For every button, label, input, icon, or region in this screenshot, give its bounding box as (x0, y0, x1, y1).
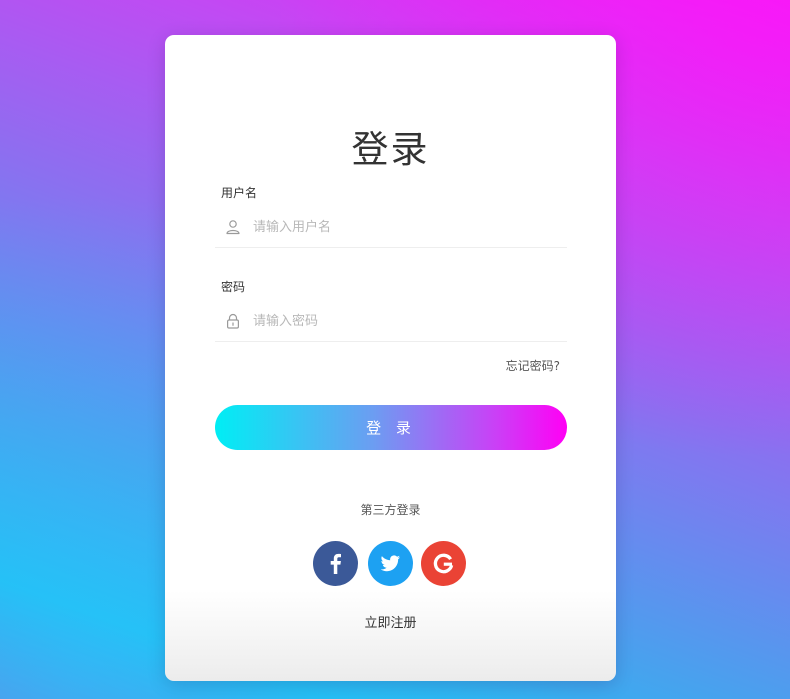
username-field-row (215, 207, 567, 248)
third-party-login-title: 第三方登录 (360, 503, 421, 517)
password-field-row (215, 301, 567, 342)
user-icon (226, 220, 240, 235)
register-link[interactable]: 立即注册 (165, 615, 616, 633)
google-icon (433, 553, 454, 574)
lock-icon (226, 313, 240, 329)
password-label: 密码 (221, 280, 246, 294)
login-button[interactable]: 登 录 (215, 405, 567, 450)
facebook-icon (330, 553, 341, 574)
login-card: 登录 用户名 密码 忘记密码? 登 录 第三方登录 (165, 35, 616, 681)
facebook-login-button[interactable] (313, 541, 358, 586)
twitter-icon (380, 555, 400, 572)
google-login-button[interactable] (421, 541, 466, 586)
social-login-group (313, 541, 473, 586)
page-title: 登录 (351, 128, 430, 171)
username-label: 用户名 (221, 186, 258, 200)
password-input[interactable] (253, 309, 553, 333)
username-input[interactable] (253, 215, 553, 239)
forgot-password-link[interactable]: 忘记密码? (506, 358, 560, 374)
twitter-login-button[interactable] (368, 541, 413, 586)
